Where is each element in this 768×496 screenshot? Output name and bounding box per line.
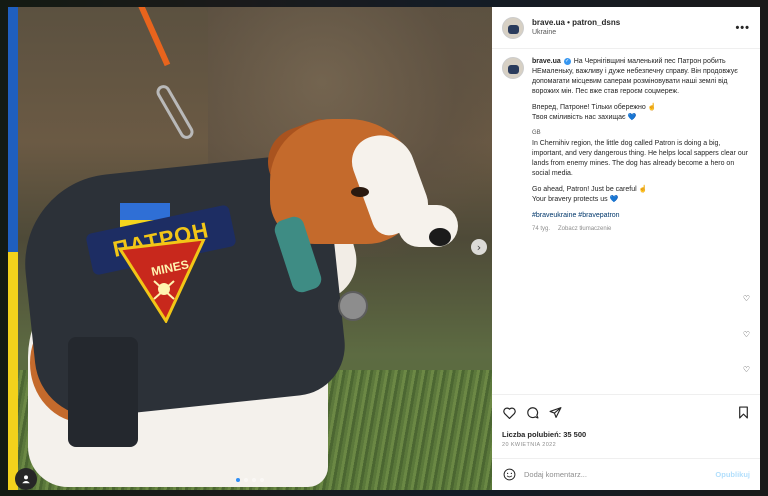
leash-clip bbox=[153, 82, 197, 142]
dog-nose bbox=[429, 228, 451, 246]
carousel-dot bbox=[236, 478, 240, 482]
dog-eye bbox=[351, 187, 369, 197]
caption: brave.ua ✓ На Чернігівщині маленький пес… bbox=[502, 57, 750, 233]
comment-icon bbox=[526, 407, 539, 419]
caption-avatar[interactable] bbox=[502, 57, 524, 79]
avatar[interactable] bbox=[502, 16, 524, 39]
carousel-dot bbox=[244, 478, 248, 482]
post-header: brave.ua • patron_dsns Ukraine ••• bbox=[492, 7, 760, 49]
share-button[interactable] bbox=[548, 406, 562, 420]
comments-area[interactable]: brave.ua ✓ На Чернігівщині маленький пес… bbox=[492, 49, 760, 394]
post-modal: ПАТРОН MINES › brave.ua • patron_dsns Uk… bbox=[8, 7, 760, 490]
action-bar bbox=[492, 394, 760, 430]
caption-hashtags[interactable]: #braveukraine #bravepatron bbox=[532, 211, 750, 221]
leash bbox=[136, 7, 171, 67]
comment-bar: Opublikuj bbox=[492, 458, 760, 490]
vest-strap bbox=[68, 337, 138, 447]
see-translation-link[interactable]: Zobacz tłumaczenie bbox=[558, 225, 611, 234]
post-side-panel: brave.ua • patron_dsns Ukraine ••• brave… bbox=[492, 7, 760, 490]
post-date[interactable]: 20 KWIETNIA 2022 bbox=[492, 439, 760, 448]
caption-username[interactable]: brave.ua bbox=[532, 58, 561, 65]
mines-warning-patch bbox=[117, 239, 206, 323]
bookmark-icon bbox=[738, 406, 748, 419]
flag-stripe-blue bbox=[8, 7, 18, 252]
carousel-dot bbox=[260, 478, 264, 482]
emoji-button[interactable] bbox=[502, 468, 516, 482]
caption-ua-text: На Чернігівщині маленький пес Патрон роб… bbox=[532, 58, 738, 95]
send-icon bbox=[549, 407, 561, 418]
post-location[interactable]: Ukraine bbox=[532, 29, 727, 37]
more-options-button[interactable]: ••• bbox=[735, 22, 750, 34]
next-slide-button[interactable]: › bbox=[471, 239, 487, 255]
likes-count[interactable]: Liczba polubień: 35 500 bbox=[492, 430, 760, 439]
caption-ua-cheer-2: Твоя сміливість нас захищає 💙 bbox=[532, 113, 637, 121]
verified-badge-icon: ✓ bbox=[563, 57, 571, 65]
comment-like-icon[interactable]: ♡ bbox=[743, 294, 750, 303]
comment-button[interactable] bbox=[525, 406, 539, 420]
comment-like-icon[interactable]: ♡ bbox=[743, 330, 750, 339]
language-marker: GB bbox=[532, 129, 541, 136]
like-button[interactable] bbox=[502, 406, 516, 420]
emoji-icon bbox=[503, 468, 515, 481]
comment-input[interactable] bbox=[524, 470, 708, 479]
collar-tag bbox=[338, 291, 368, 321]
carousel-dot bbox=[252, 478, 256, 482]
post-photo[interactable]: ПАТРОН MINES › bbox=[8, 7, 492, 490]
post-age[interactable]: 74 tyg. bbox=[532, 225, 550, 234]
caption-en-cheer-1: Go ahead, Patron! Just be careful ☝ bbox=[532, 185, 648, 193]
carousel-dots bbox=[8, 478, 492, 482]
coauthor-username[interactable]: patron_dsns bbox=[572, 18, 620, 27]
post-comment-button[interactable]: Opublikuj bbox=[715, 470, 750, 479]
caption-ua-cheer-1: Вперед, Патроне! Тільки обережно ☝ bbox=[532, 103, 657, 111]
caption-en-cheer-2: Your bravery protects us 💙 bbox=[532, 195, 619, 203]
heart-icon bbox=[502, 407, 516, 419]
flag-stripe-yellow bbox=[8, 252, 18, 490]
author-username[interactable]: brave.ua bbox=[532, 18, 565, 27]
caption-en-text: In Chernihiv region, the little dog call… bbox=[532, 140, 748, 177]
more-horizontal-icon: ••• bbox=[735, 21, 750, 34]
comment-like-icon[interactable]: ♡ bbox=[743, 365, 750, 374]
save-button[interactable] bbox=[736, 406, 750, 420]
chevron-right-icon: › bbox=[476, 240, 482, 254]
